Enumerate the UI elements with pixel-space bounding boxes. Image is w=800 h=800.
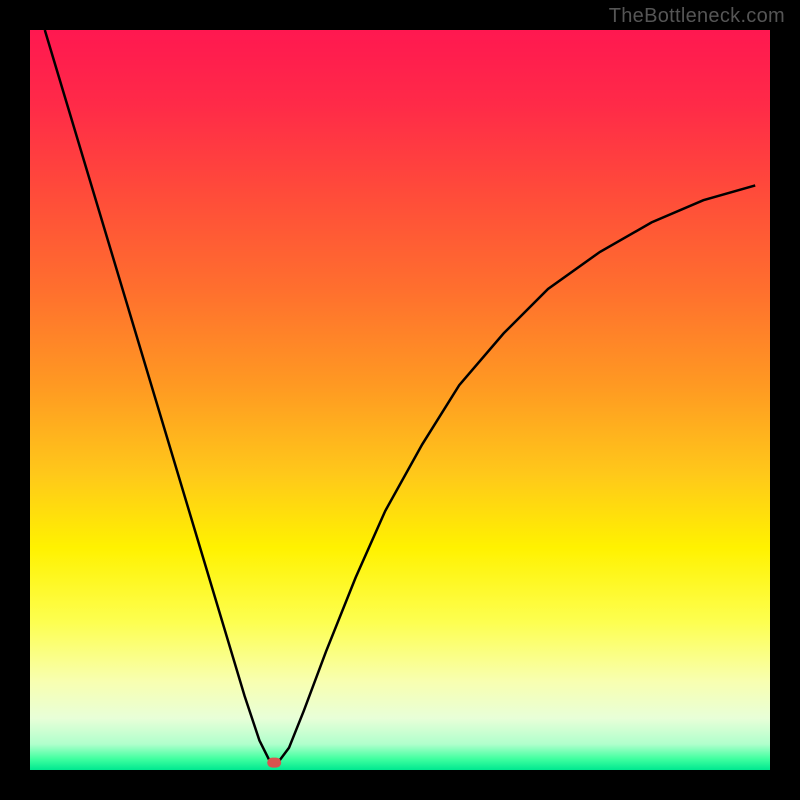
plot-background bbox=[30, 30, 770, 770]
watermark-text: TheBottleneck.com bbox=[609, 5, 785, 28]
bottleneck-chart bbox=[0, 0, 800, 800]
optimal-marker bbox=[267, 758, 281, 768]
chart-container: TheBottleneck.com bbox=[0, 0, 800, 800]
